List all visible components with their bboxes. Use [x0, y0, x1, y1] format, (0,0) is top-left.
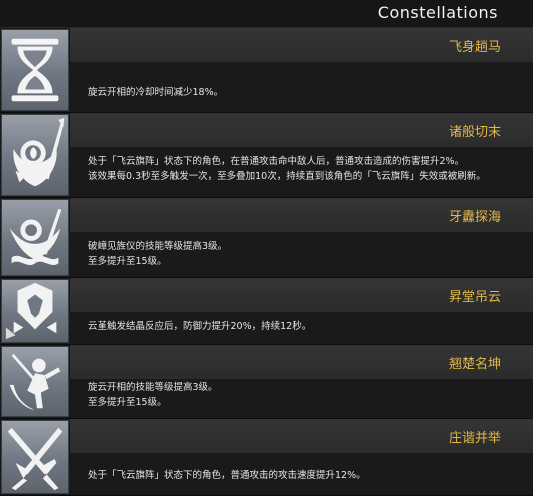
- constellation-description: 处于「飞云旗阵」状态下的角色，普通攻击的攻击速度提升12%。: [88, 470, 366, 481]
- constellation-name-bar: 翘楚名坤: [70, 345, 533, 379]
- constellation-name-bar: 牙纛探海: [70, 198, 533, 232]
- crossed-swords-icon: [1, 420, 69, 494]
- constellation-description: 云堇触发结晶反应后，防御力提升20%，持续12秒。: [88, 321, 312, 332]
- constellation-name: 诸般切末: [448, 125, 501, 140]
- constellation-name-bar: 庄谐并举: [70, 419, 533, 453]
- dancer-icon: [1, 346, 69, 417]
- constellation-row: 诸般切末 处于「飞云旗阵」状态下的角色，在普通攻击命中敌人后，普通攻击造成的伤害…: [0, 113, 533, 198]
- constellation-description: 破嶂见旌仪的技能等级提高3级。 至多提升至15级。: [88, 241, 228, 267]
- constellation-name: 牙纛探海: [448, 210, 501, 225]
- constellation-name: 飞身趟马: [448, 40, 501, 55]
- constellation-description: 旋云开相的冷却时间减少18%。: [88, 87, 224, 98]
- constellation-row: 牙纛探海 破嶂见旌仪的技能等级提高3级。 至多提升至15级。: [0, 198, 533, 278]
- banner-wave-icon: [1, 199, 69, 276]
- page-title: Constellations: [377, 3, 498, 22]
- constellation-name: 庄谐并举: [448, 431, 501, 446]
- constellation-name: 昇堂吊云: [448, 290, 501, 305]
- constellation-name: 翘楚名坤: [448, 357, 501, 372]
- spear-emblem-icon: [1, 114, 69, 196]
- hourglass-icon: [1, 29, 69, 111]
- constellation-description: 旋云开相的技能等级提高3级。 至多提升至15级。: [88, 382, 218, 408]
- shield-crystal-icon: [1, 279, 69, 343]
- constellation-row: 昇堂吊云 云堇触发结晶反应后，防御力提升20%，持续12秒。: [0, 278, 533, 345]
- constellation-row: 庄谐并举 处于「飞云旗阵」状态下的角色，普通攻击的攻击速度提升12%。: [0, 419, 533, 496]
- constellation-name-bar: 昇堂吊云: [70, 278, 533, 312]
- constellation-name-bar: 诸般切末: [70, 113, 533, 147]
- constellation-name-bar: 飞身趟马: [70, 28, 533, 62]
- constellation-row: 翘楚名坤 旋云开相的技能等级提高3级。 至多提升至15级。: [0, 345, 533, 419]
- constellation-row: 飞身趟马 旋云开相的冷却时间减少18%。: [0, 28, 533, 113]
- constellation-description: 处于「飞云旗阵」状态下的角色，在普通攻击命中敌人后，普通攻击造成的伤害提升2%。…: [88, 156, 486, 182]
- page-header: Constellations: [0, 0, 533, 28]
